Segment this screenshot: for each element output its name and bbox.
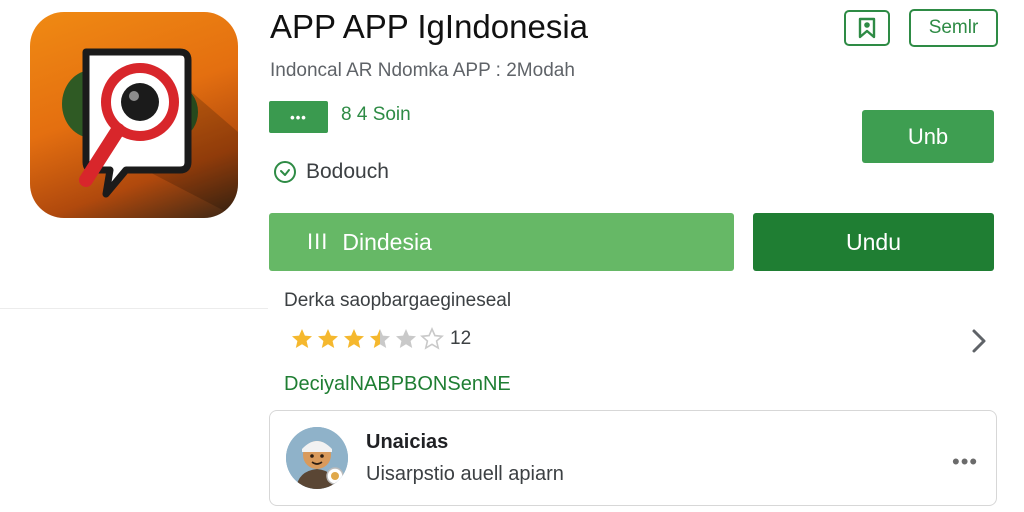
star-empty-icon: [396, 329, 416, 348]
magnifier-icon: [62, 48, 238, 218]
review-title: Unaicias: [366, 431, 449, 453]
star-empty-icon: [420, 327, 444, 350]
ratings-heading: Derka saopbargaegineseal: [284, 290, 512, 311]
review-subtitle: Uisarpstio auell apiarn: [366, 463, 564, 485]
bookmark-icon: [858, 17, 876, 39]
chevron-right-icon[interactable]: [968, 327, 990, 355]
details-link[interactable]: DeciyalNABPBONSenNE: [284, 373, 511, 396]
star-filled-icon: [318, 329, 338, 348]
primary-action-button[interactable]: Undu: [753, 213, 994, 271]
version-chip: •••: [269, 101, 328, 133]
install-small-button[interactable]: Unb: [862, 110, 994, 163]
clock-row: Bodouch: [273, 160, 389, 184]
rating-count: 12: [450, 328, 472, 349]
star-half-icon: [370, 329, 390, 348]
clock-check-icon: [274, 161, 296, 183]
bars-icon: ІІІ: [307, 229, 329, 254]
app-icon: [30, 12, 238, 218]
outline-button[interactable]: Semlr: [909, 9, 998, 47]
chip-text: 8 4 Soin: [341, 104, 411, 125]
rating-stars[interactable]: 12: [290, 327, 471, 351]
avatar: [286, 427, 348, 489]
app-title: APP APP IgIndonesia: [270, 8, 589, 45]
clock-label: Bodouch: [306, 160, 389, 183]
secondary-action-button[interactable]: ІІІ Dindesia: [269, 213, 734, 271]
more-horizontal-icon[interactable]: •••: [952, 449, 978, 475]
star-filled-icon: [344, 329, 364, 348]
star-filled-icon: [292, 329, 312, 348]
secondary-action-label: Dindesia: [342, 228, 432, 255]
bookmark-button[interactable]: [844, 10, 890, 46]
app-subtitle: Indoncal AR Ndomka APP : 2Modah: [270, 60, 575, 81]
divider: [0, 308, 268, 309]
review-card[interactable]: Unaicias Uisarpstio auell apiarn •••: [269, 410, 997, 506]
